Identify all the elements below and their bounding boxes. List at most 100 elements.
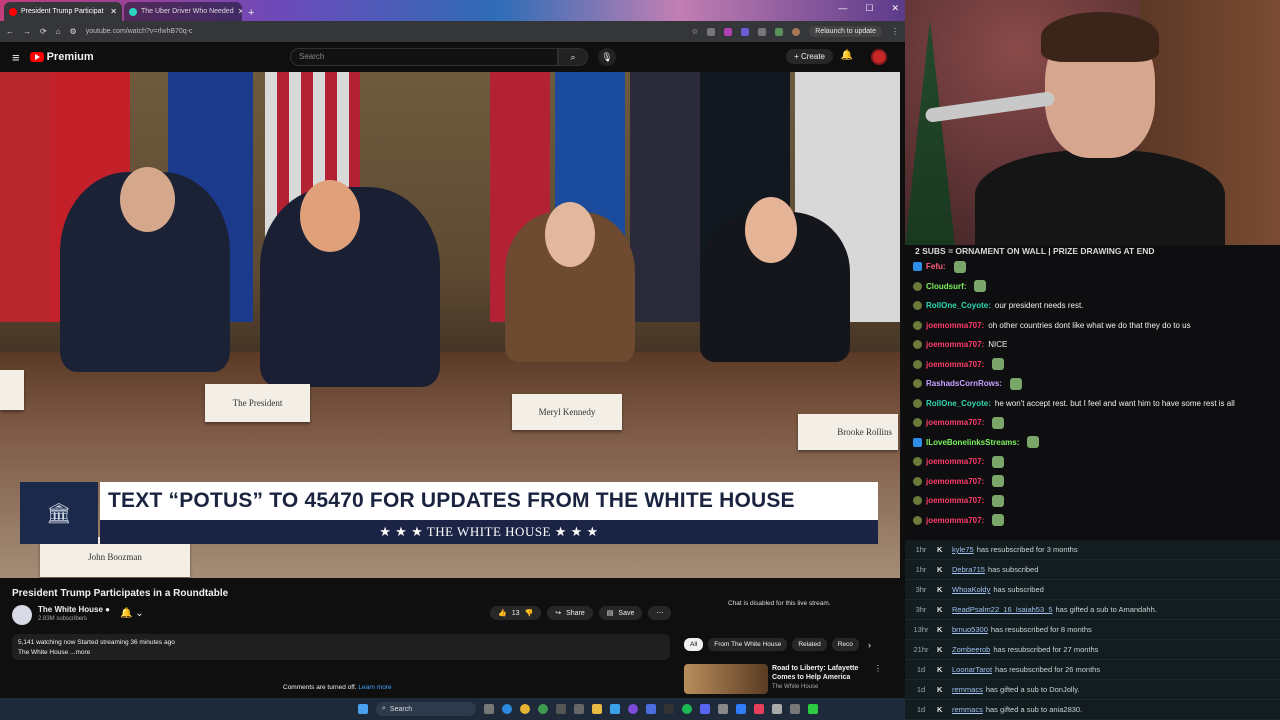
task-view-icon[interactable] [484,704,494,714]
extension-icon[interactable] [724,27,733,36]
file-explorer-icon[interactable] [592,704,602,714]
more-options-icon[interactable]: ⋮ [874,664,882,673]
video-thumbnail[interactable] [684,664,768,694]
tab-youtube[interactable]: President Trump Participat ✕ [4,2,122,21]
relaunch-button[interactable]: Relaunch to update [809,26,882,37]
chat-username[interactable]: joemomma707: [926,516,984,525]
chat-username[interactable]: joemomma707: [926,340,984,349]
chat-username[interactable]: joemomma707: [926,360,984,369]
spotify-icon[interactable] [682,704,692,714]
youtube-logo[interactable]: Premium [29,51,94,63]
channel-avatar[interactable] [12,605,32,625]
profile-icon[interactable] [792,27,801,36]
account-avatar[interactable] [871,49,887,65]
save-button[interactable]: ▤ Save [598,606,643,620]
chat-username[interactable]: Fefu: [926,262,946,271]
extension-icon[interactable] [707,27,716,36]
taskbar-search[interactable]: ⌕ Search [376,702,476,716]
url-field[interactable]: youtube.com/watch?v=rlwhB70q-c [86,28,682,35]
start-icon[interactable] [358,704,368,714]
notifications-bell-icon[interactable]: 🔔 [841,50,853,61]
channel-name[interactable]: The White House ● [38,605,110,614]
close-tab-icon[interactable]: ✕ [238,7,242,16]
event-username[interactable]: ReadPsalm22_16_Isaiah53_5 [952,605,1053,614]
event-username[interactable]: Debra715 [952,565,985,574]
more-actions-button[interactable]: ⋯ [648,606,672,620]
chat-message: joemomma707: [905,452,1280,472]
like-dislike-button[interactable]: 👍 13 👎 [490,606,542,620]
chip-all[interactable]: All [684,638,704,651]
edge-icon[interactable] [502,704,512,714]
chat-username[interactable]: Cloudsurf: [926,282,966,291]
app-icon[interactable] [646,704,656,714]
chat-username[interactable]: RollOne_Coyote: [926,301,991,310]
chat-username[interactable]: joemomma707: [926,477,984,486]
back-icon[interactable]: ← [6,27,14,36]
chat-username[interactable]: joemomma707: [926,321,984,330]
chrome-profile-icon[interactable] [538,704,548,714]
chat-username[interactable]: joemomma707: [926,457,984,466]
chat-username[interactable]: joemomma707: [926,496,984,505]
chip-related[interactable]: Related [792,638,827,651]
app-icon[interactable] [718,704,728,714]
app-icon[interactable] [628,704,638,714]
chevron-right-icon[interactable]: › [868,640,871,650]
app-icon[interactable] [610,704,620,714]
app-icon[interactable] [808,704,818,714]
search-icon[interactable]: ⌕ [558,48,588,66]
bookmark-star-icon[interactable]: ☆ [691,27,698,36]
recommended-video[interactable]: Road to Liberty: Lafayette Comes to Help… [684,664,896,694]
chat-messages: Fefu: Cloudsurf: RollOne_Coyote: our presid… [905,257,1280,530]
app-icon[interactable] [772,704,782,714]
app-icon[interactable] [736,704,746,714]
create-button[interactable]: + Create [786,49,833,64]
chip-from-channel[interactable]: From The White House [708,638,788,651]
search-input[interactable]: Search [290,48,558,66]
chat-badge-icon [913,281,922,291]
microphone-icon[interactable]: 🎙 [598,48,616,66]
event-username[interactable]: Zombeerob [952,645,990,654]
thumbs-down-icon[interactable]: 👎 [525,609,534,617]
event-username[interactable]: WhoaKoldy [952,585,990,594]
extension-icon[interactable] [758,27,767,36]
lower-third-banner: 🏛 TEXT “POTUS” TO 45470 FOR UPDATES FROM… [20,482,878,544]
event-username[interactable]: remmacs [952,685,983,694]
chat-username[interactable]: joemomma707: [926,418,984,427]
hamburger-menu-icon[interactable]: ≡ [12,50,20,65]
chat-username[interactable]: ILoveBonelinksStreams: [926,438,1019,447]
obs-icon[interactable] [664,704,674,714]
chat-username[interactable]: RashadsCornRows: [926,379,1002,388]
event-username[interactable]: brnuo5300 [952,625,988,634]
thumbs-up-icon[interactable]: 👍 [498,609,507,617]
app-icon[interactable] [790,704,800,714]
extension-icon[interactable] [741,27,750,36]
reload-icon[interactable]: ⟳ [40,27,47,36]
close-window-icon[interactable]: ✕ [891,3,899,14]
event-username[interactable]: kyle75 [952,545,974,554]
extension-icon[interactable] [775,27,784,36]
close-tab-icon[interactable]: ✕ [110,7,117,16]
tab-uber-driver[interactable]: The Uber Driver Who Needed ✕ [124,2,242,21]
chrome-icon[interactable] [520,704,530,714]
event-username[interactable]: LoonarTarot [952,665,992,674]
chat-username[interactable]: RollOne_Coyote: [926,399,991,408]
learn-more-link[interactable]: Learn more [358,684,391,691]
description-box[interactable]: 5,141 watching now Started streaming 36 … [12,634,670,660]
new-tab-button[interactable]: + [244,7,258,21]
maximize-icon[interactable]: ☐ [865,3,873,14]
app-icon[interactable] [556,704,566,714]
share-button[interactable]: ↪ Share [547,606,593,620]
home-icon[interactable]: ⌂ [56,27,61,36]
browser-menu-icon[interactable]: ⋮ [891,27,899,36]
event-username[interactable]: remmacs [952,705,983,714]
app-icon[interactable] [574,704,584,714]
video-player[interactable]: The President Meryl Kennedy Brooke Rolli… [0,72,900,578]
subscribe-bell-icon[interactable]: 🔔 ⌄ [120,608,144,619]
discord-icon[interactable] [700,704,710,714]
site-info-icon[interactable]: ⚙ [70,27,77,36]
event-text: has gifted a sub to ania2830. [985,705,1083,714]
chip-recommended[interactable]: Reco [831,638,859,651]
minimize-icon[interactable]: — [838,3,847,14]
forward-icon[interactable]: → [23,27,31,36]
maps-pin-icon[interactable] [754,704,764,714]
